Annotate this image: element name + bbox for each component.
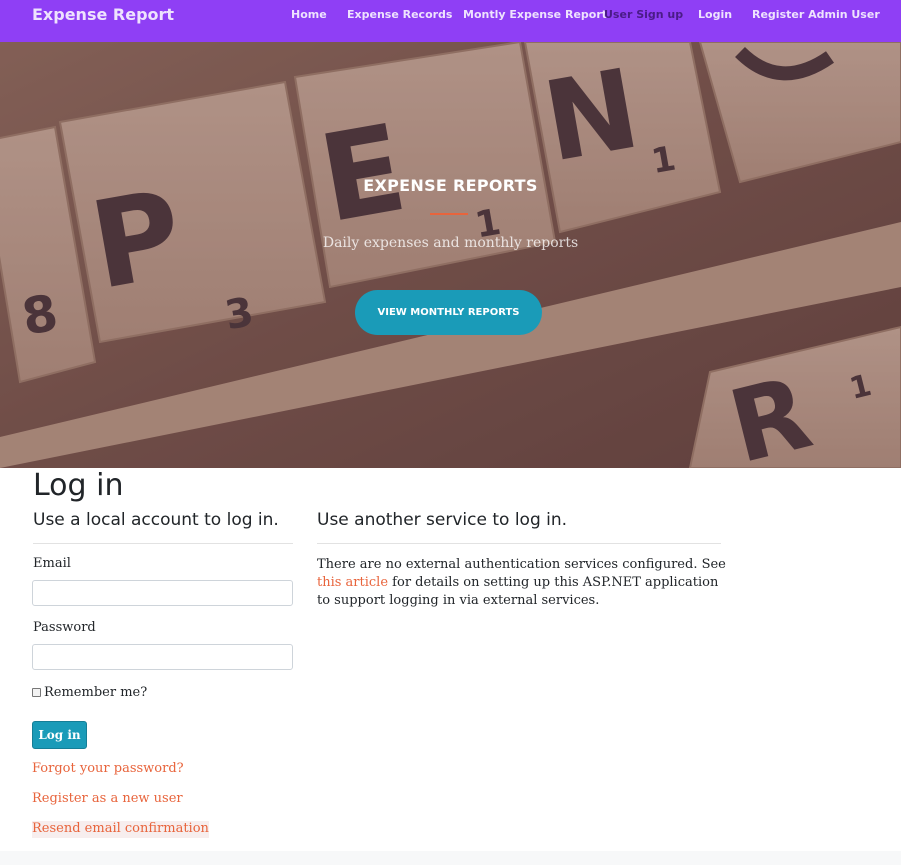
- external-services-heading: Use another service to log in.: [317, 510, 568, 530]
- brand-link[interactable]: Expense Report: [32, 5, 174, 24]
- local-divider: [33, 543, 293, 544]
- password-label: Password: [33, 620, 96, 635]
- hero-title: EXPENSE REPORTS: [363, 176, 538, 195]
- nav-user-sign-up[interactable]: User Sign up: [604, 8, 683, 21]
- remember-me-checkbox[interactable]: [32, 688, 41, 697]
- login-submit-button[interactable]: Log in: [32, 721, 87, 749]
- external-services-text: There are no external authentication ser…: [317, 556, 727, 610]
- email-label: Email: [33, 556, 71, 571]
- nav-login[interactable]: Login: [698, 8, 732, 21]
- page-footer: [0, 851, 901, 865]
- remember-me-label[interactable]: Remember me?: [44, 685, 147, 700]
- resend-email-confirmation-link[interactable]: Resend email confirmation: [32, 821, 209, 838]
- this-article-link[interactable]: this article: [317, 575, 388, 590]
- forgot-password-link[interactable]: Forgot your password?: [32, 761, 184, 776]
- view-monthly-reports-button[interactable]: VIEW MONTHLY REPORTS: [355, 290, 542, 335]
- external-divider: [317, 543, 721, 544]
- register-new-user-link[interactable]: Register as a new user: [32, 791, 183, 806]
- email-field[interactable]: [32, 580, 293, 606]
- local-account-heading: Use a local account to log in.: [33, 510, 279, 530]
- login-content: Log in Use a local account to log in. Em…: [0, 468, 901, 851]
- hero-divider: [430, 213, 468, 215]
- page-title: Log in: [33, 468, 124, 503]
- nav-home[interactable]: Home: [291, 8, 327, 21]
- hero-overlay: [0, 42, 901, 468]
- nav-expense-records[interactable]: Expense Records: [347, 8, 452, 21]
- top-navbar: Expense Report Home Expense Records Mont…: [0, 0, 901, 42]
- password-field[interactable]: [32, 644, 293, 670]
- hero-section: P 3 E 1 N 1 R 1 8 EXPENSE REPORTS Daily …: [0, 42, 901, 468]
- hero-subtitle: Daily expenses and monthly reports: [322, 235, 579, 251]
- nav-monthly-expense-report[interactable]: Montly Expense Report: [463, 8, 607, 21]
- nav-register-admin-user[interactable]: Register Admin User: [752, 8, 880, 21]
- external-text-before: There are no external authentication ser…: [317, 557, 726, 572]
